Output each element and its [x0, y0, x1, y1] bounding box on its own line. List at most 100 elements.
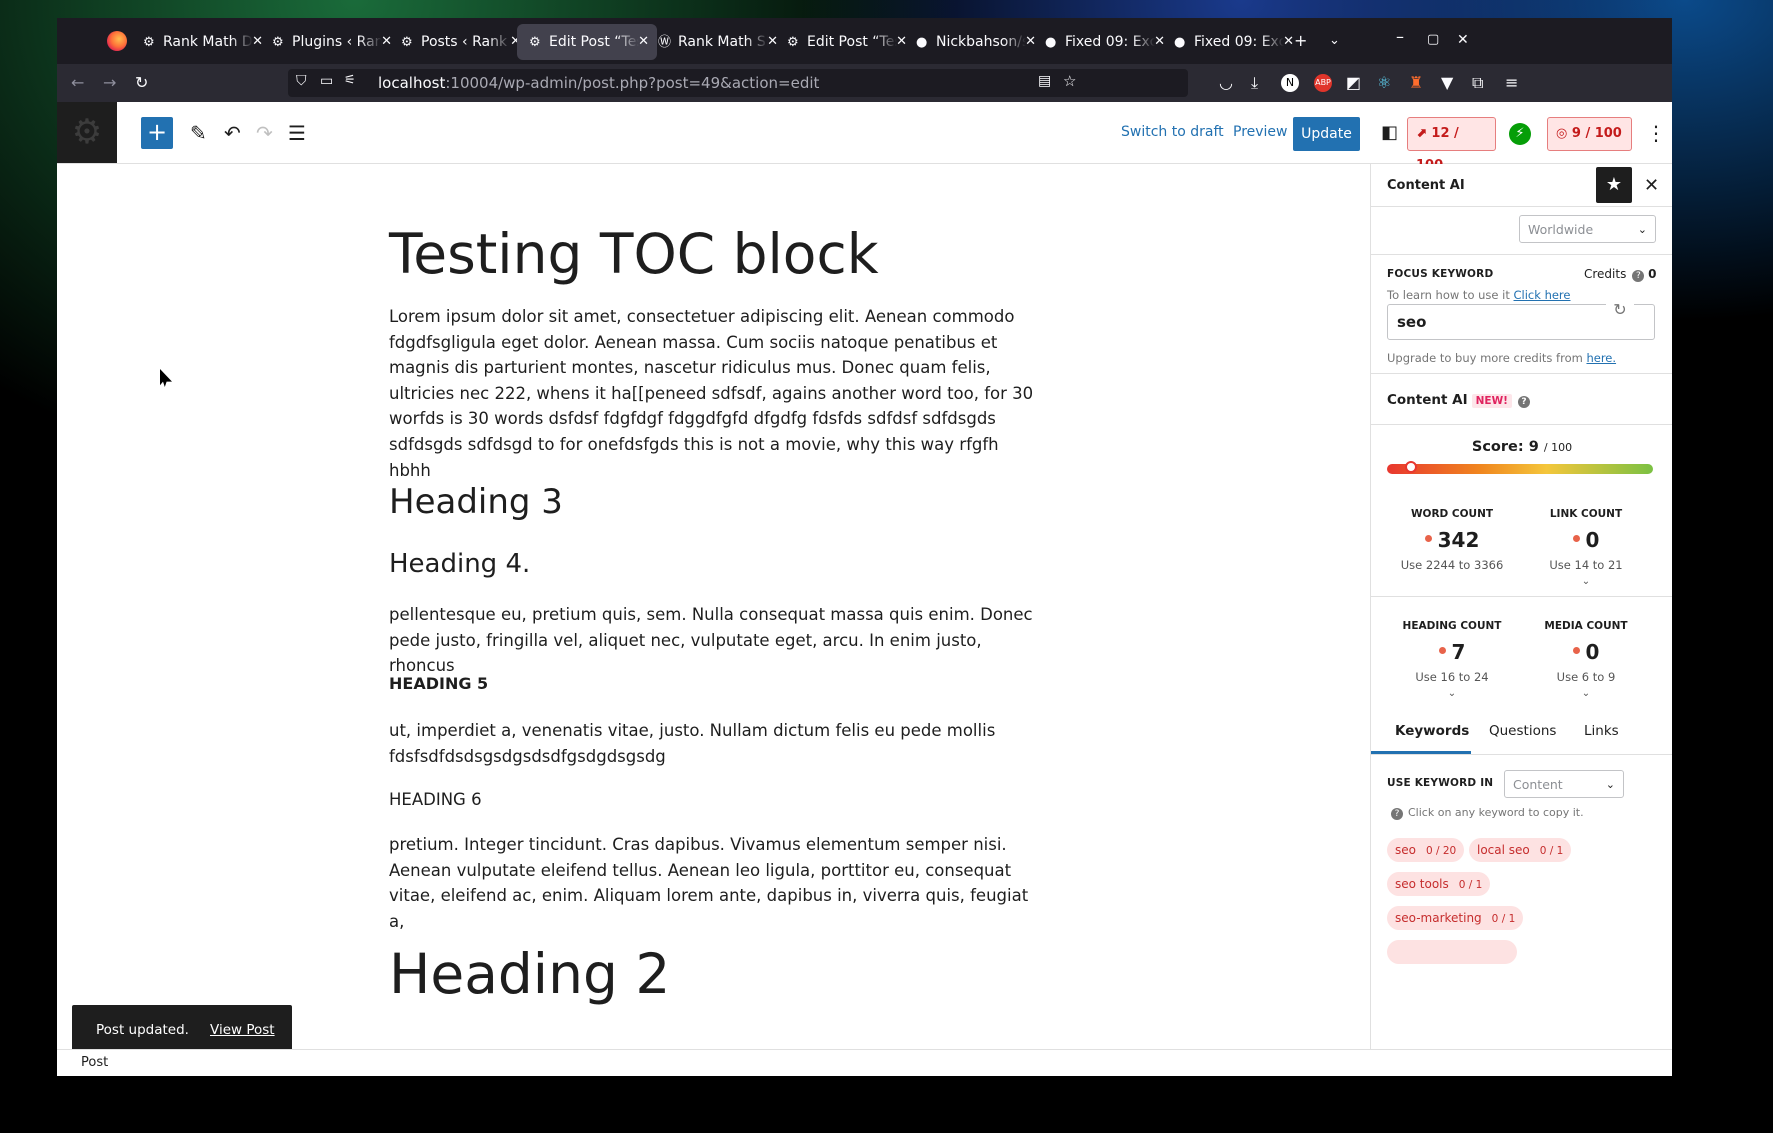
- divider: [1371, 424, 1672, 425]
- tools-pencil-icon[interactable]: ✎: [190, 121, 207, 145]
- chevron-down-icon: ⌄: [1605, 778, 1615, 791]
- undo-icon[interactable]: ↶: [224, 121, 241, 145]
- jetpack-icon[interactable]: ⚡: [1509, 123, 1531, 145]
- keyword-chip[interactable]: seo tools 0 / 1: [1387, 872, 1491, 896]
- credits-label: Credits? 0: [1584, 267, 1657, 282]
- bookmark-star-icon[interactable]: ☆: [1063, 72, 1076, 90]
- heading-2-block[interactable]: Heading 2: [389, 942, 670, 1006]
- window-close-icon[interactable]: ✕: [1457, 32, 1469, 48]
- divider: [1371, 596, 1672, 597]
- heading-count-stat: HEADING COUNT 7 Use 16 to 24 ⌄: [1387, 620, 1517, 699]
- use-keyword-in-select[interactable]: Content ⌄: [1504, 770, 1624, 798]
- country-select[interactable]: Worldwide ⌄: [1519, 215, 1656, 243]
- document-overview-icon[interactable]: ☰: [288, 121, 306, 145]
- snackbar-notice: Post updated. View Post: [72, 1005, 292, 1049]
- shield-icon[interactable]: ⛉: [296, 73, 307, 89]
- gear-icon: ⚙: [787, 35, 799, 50]
- divider: [1371, 254, 1672, 255]
- paragraph-block[interactable]: pretium. Integer tincidunt. Cras dapibus…: [389, 832, 1039, 934]
- rank-math-seo-score-button[interactable]: ⬈ 12 / 100: [1407, 117, 1496, 173]
- refresh-icon[interactable]: ↻: [1606, 299, 1634, 321]
- upgrade-text: Upgrade to buy more credits from here.: [1387, 351, 1617, 365]
- upgrade-link[interactable]: here.: [1586, 351, 1616, 365]
- update-button[interactable]: Update: [1293, 117, 1360, 151]
- keyword-chip[interactable]: seo 0 / 20: [1387, 838, 1465, 862]
- extensions-puzzle-icon[interactable]: ⧉: [1472, 73, 1483, 93]
- close-icon[interactable]: ✕: [1644, 175, 1659, 196]
- heading-3-block[interactable]: Heading 3: [389, 482, 563, 522]
- browser-tab[interactable]: ⚙Edit Post “Testing”✕: [775, 24, 915, 60]
- reader-view-icon[interactable]: ▤: [1038, 73, 1051, 89]
- gear-icon: ⚙: [143, 35, 155, 50]
- heading-5-block[interactable]: HEADING 5: [389, 674, 488, 693]
- tab-links[interactable]: Links: [1584, 723, 1619, 739]
- menu-icon[interactable]: ≡: [1505, 73, 1518, 92]
- address-bar[interactable]: ⛉ ▭ ⚟ localhost:10004/wp-admin/post.php?…: [288, 69, 1188, 97]
- new-tab-icon[interactable]: +: [1294, 31, 1307, 50]
- extension-icon[interactable]: ◩: [1346, 73, 1361, 92]
- chevron-down-icon[interactable]: ⌄: [1387, 688, 1517, 699]
- options-menu-icon[interactable]: ⋮: [1646, 121, 1666, 145]
- switch-to-draft-button[interactable]: Switch to draft: [1121, 124, 1224, 140]
- github-icon: ●: [1174, 35, 1186, 50]
- settings-sidebar-icon[interactable]: ◧: [1381, 122, 1398, 143]
- sidebar-title: Content AI: [1387, 178, 1465, 193]
- browser-tab[interactable]: ●Fixed 09: Exclude✕: [1033, 24, 1173, 60]
- tab-questions[interactable]: Questions: [1489, 723, 1556, 739]
- paragraph-block[interactable]: Lorem ipsum dolor sit amet, consectetuer…: [389, 304, 1039, 483]
- browser-tab[interactable]: ●Fixed 09: Exclude✕: [1162, 24, 1302, 60]
- content-ai-score-button[interactable]: ◎ 9 / 100: [1547, 117, 1632, 151]
- chevron-down-icon[interactable]: ⌄: [1521, 688, 1651, 699]
- close-tab-icon[interactable]: ✕: [1283, 24, 1294, 60]
- block-inserter-button[interactable]: +: [141, 117, 173, 149]
- star-icon[interactable]: ★: [1596, 167, 1632, 203]
- list-tabs-icon[interactable]: ⌄: [1329, 33, 1340, 48]
- help-icon[interactable]: ?: [1632, 270, 1645, 282]
- pocket-icon[interactable]: ◡: [1219, 73, 1233, 92]
- maximize-icon[interactable]: ▢: [1427, 32, 1439, 47]
- reload-icon[interactable]: ↻: [135, 73, 148, 92]
- back-icon[interactable]: ←: [71, 73, 84, 92]
- content-ai-sidebar: Content AI ★ ✕ Worldwide ⌄ FOCUS KEYWORD …: [1370, 164, 1672, 1049]
- extension-n-icon[interactable]: N: [1281, 74, 1299, 92]
- keyword-chip[interactable]: seo-marketing 0 / 1: [1387, 906, 1524, 930]
- help-icon[interactable]: ?: [1517, 396, 1530, 408]
- adblock-icon[interactable]: ABP: [1314, 74, 1332, 92]
- click-here-link[interactable]: Click here: [1514, 288, 1571, 302]
- browser-tab[interactable]: ⚙Rank Math Dashboard✕: [131, 24, 271, 60]
- heading-6-block[interactable]: HEADING 6: [389, 790, 482, 809]
- view-post-link[interactable]: View Post: [210, 1005, 275, 1049]
- permissions-icon[interactable]: ⚟: [344, 73, 356, 88]
- browser-tab[interactable]: ●Nickbahson/seo-by-rank-math✕: [904, 24, 1044, 60]
- browser-tab[interactable]: ⓌRank Math SEO✕: [646, 24, 786, 60]
- react-devtools-icon[interactable]: ⚛: [1377, 73, 1391, 92]
- keyword-chip-partial[interactable]: [1387, 940, 1517, 964]
- chevron-down-icon[interactable]: ⌄: [1521, 576, 1651, 587]
- status-dot: [1424, 535, 1432, 542]
- downloads-icon[interactable]: ⤓: [1251, 73, 1258, 93]
- paragraph-block[interactable]: pellentesque eu, pretium quis, sem. Null…: [389, 602, 1039, 679]
- score-bar: [1387, 461, 1653, 474]
- github-icon: ●: [916, 35, 928, 50]
- browser-tab-active[interactable]: ⚙Edit Post “Testing TOC block”✕: [517, 24, 657, 60]
- preview-button[interactable]: Preview: [1233, 124, 1288, 140]
- redo-icon[interactable]: ↷: [256, 121, 273, 145]
- copy-hint: ? Click on any keyword to copy it.: [1391, 806, 1584, 820]
- url-text[interactable]: localhost:10004/wp-admin/post.php?post=4…: [378, 74, 819, 92]
- keyword-chip[interactable]: local seo 0 / 1: [1469, 838, 1572, 862]
- content-ai-icon: ◎: [1556, 126, 1572, 141]
- paragraph-block[interactable]: ut, imperdiet a, venenatis vitae, justo.…: [389, 718, 1039, 769]
- tab-keywords[interactable]: Keywords: [1395, 723, 1469, 739]
- forward-icon[interactable]: →: [103, 73, 116, 92]
- status-dot: [1438, 647, 1446, 654]
- vue-devtools-icon[interactable]: ▼: [1441, 73, 1453, 92]
- extension-icon[interactable]: ♜: [1409, 73, 1423, 92]
- heading-4-block[interactable]: Heading 4.: [389, 549, 530, 579]
- browser-tab[interactable]: ⚙Posts ‹ Rank Math✕: [389, 24, 529, 60]
- site-logo-icon[interactable]: ⚙: [57, 102, 117, 163]
- minimize-icon[interactable]: –: [1396, 27, 1404, 46]
- editor-canvas[interactable]: Testing TOC block Lorem ipsum dolor sit …: [57, 164, 1370, 1049]
- block-breadcrumb[interactable]: Post: [81, 1055, 108, 1070]
- browser-tab[interactable]: ⚙Plugins ‹ Rank Math✕: [260, 24, 400, 60]
- post-title[interactable]: Testing TOC block: [389, 222, 879, 286]
